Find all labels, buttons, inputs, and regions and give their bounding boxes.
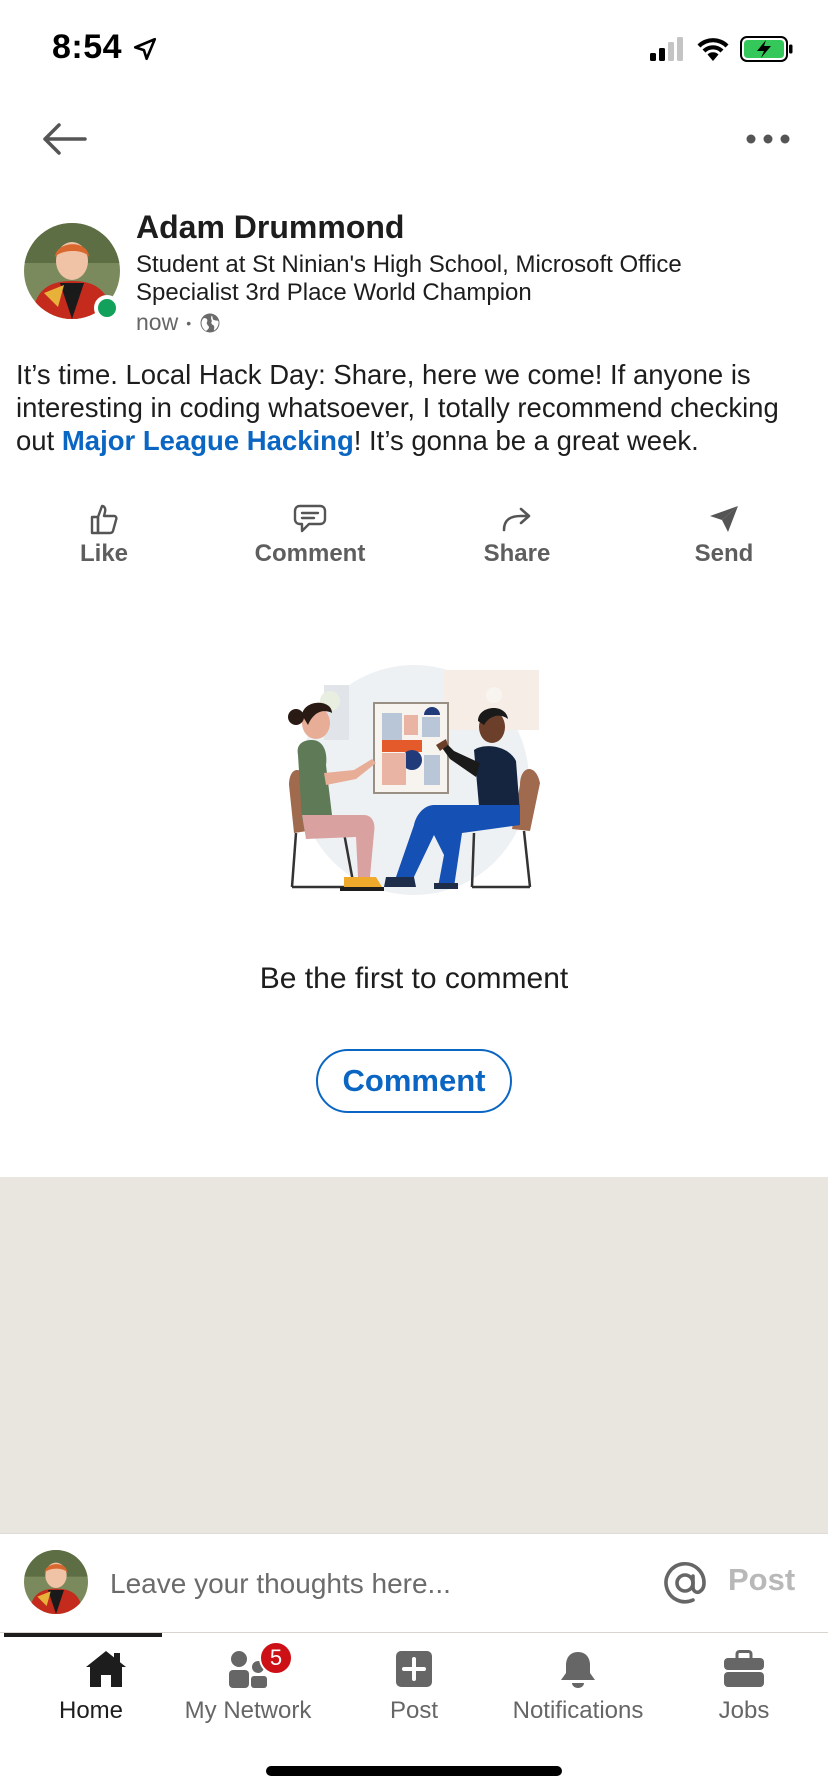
home-indicator [266, 1766, 562, 1776]
status-time: 8:54 [52, 28, 123, 66]
like-button[interactable]: Like [24, 500, 184, 576]
comment-bubble-icon [293, 504, 327, 533]
post-body: It’s time. Local Hack Day: Share, here w… [16, 358, 806, 457]
wifi-icon [697, 38, 729, 61]
author-name[interactable]: Adam Drummond [136, 209, 404, 246]
online-status-indicator [94, 295, 120, 321]
post-link-mlh[interactable]: Major League Hacking [62, 425, 354, 456]
cellular-signal-icon [650, 37, 683, 61]
tab-notifications-label: Notifications [512, 1697, 644, 1724]
author-headline: Student at St Ninian's High School, Micr… [136, 251, 682, 306]
share-label: Share [483, 540, 551, 567]
globe-icon [200, 313, 220, 332]
tab-home-label: Home [58, 1697, 124, 1724]
battery-charging-icon [740, 36, 793, 62]
paper-plane-icon [710, 506, 738, 532]
share-arrow-icon [502, 507, 531, 532]
comments-list-area [0, 1177, 828, 1533]
send-button[interactable]: Send [644, 500, 804, 576]
active-tab-indicator [4, 1633, 162, 1637]
network-badge: 5 [259, 1641, 293, 1675]
briefcase-icon [724, 1650, 764, 1687]
comment-composer: Post [0, 1533, 828, 1633]
meta-separator: • [186, 314, 192, 331]
first-comment-button[interactable]: Comment [316, 1049, 512, 1113]
tab-my-network-label: My Network [184, 1697, 312, 1724]
like-label: Like [79, 540, 129, 567]
my-avatar [24, 1550, 88, 1614]
location-arrow-icon [133, 37, 157, 61]
tab-jobs[interactable]: Jobs [694, 1643, 794, 1733]
tab-home[interactable]: Home [46, 1643, 166, 1733]
mention-button[interactable] [660, 1558, 710, 1608]
tab-notifications[interactable]: Notifications [504, 1643, 652, 1733]
comment-label: Comment [254, 540, 366, 567]
post-header: Adam Drummond Student at St Ninian's Hig… [0, 205, 828, 340]
post-comment-button[interactable]: Post [728, 1562, 795, 1598]
share-button[interactable]: Share [437, 500, 597, 576]
home-icon [86, 1651, 126, 1687]
status-bar: 8:54 [0, 0, 828, 100]
post-actions-bar: Like Comment Share Send [0, 500, 828, 576]
plus-square-icon [396, 1651, 432, 1687]
back-button[interactable] [34, 114, 94, 164]
ellipsis-icon [746, 134, 790, 144]
status-indicators [650, 36, 794, 62]
post-timestamp: now [136, 309, 179, 335]
top-nav-bar [0, 100, 828, 180]
tab-post-label: Post [389, 1697, 439, 1724]
empty-comments-illustration [288, 665, 540, 895]
avatar-photo-small [24, 1550, 88, 1614]
tab-my-network[interactable]: 5 My Network [178, 1641, 318, 1733]
thumbs-up-icon [90, 504, 118, 535]
bell-icon [561, 1652, 595, 1688]
empty-comments-message: Be the first to comment [259, 962, 569, 995]
comment-input[interactable] [110, 1562, 630, 1606]
tab-post[interactable]: Post [364, 1643, 464, 1733]
send-label: Send [694, 540, 754, 567]
back-arrow-icon [43, 123, 87, 155]
post-text-part2: ! It’s gonna be a great week. [353, 425, 699, 456]
post-meta: now • [136, 309, 221, 336]
at-sign-icon [664, 1561, 706, 1604]
tab-jobs-label: Jobs [718, 1697, 770, 1724]
comment-button[interactable]: Comment [230, 500, 390, 576]
more-options-button[interactable] [738, 114, 798, 164]
